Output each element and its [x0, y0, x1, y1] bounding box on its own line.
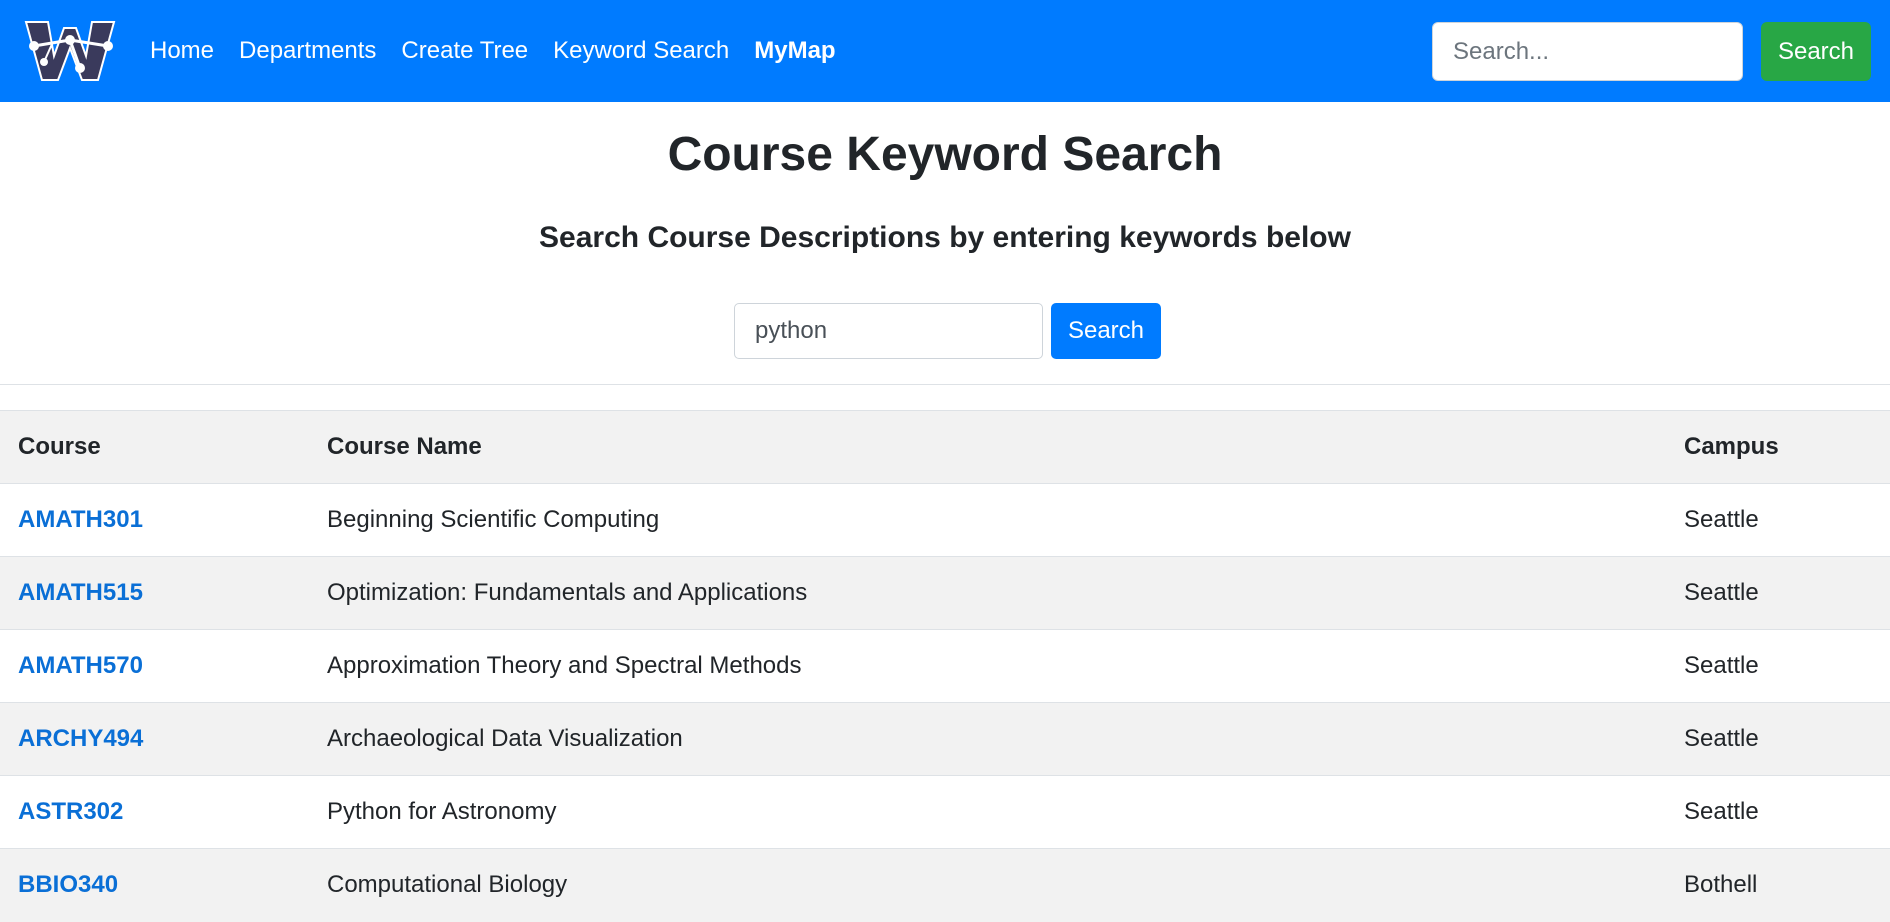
course-name-cell: Archaeological Data Visualization — [309, 702, 1666, 776]
top-navbar: Home Departments Create Tree Keyword Search… — [0, 0, 1890, 102]
campus-cell: Seattle — [1666, 775, 1890, 849]
table-row: ARCHY494 Archaeological Data Visualizatio… — [0, 702, 1890, 776]
course-name-cell: Optimization: Fundamentals and Applicati… — [309, 556, 1666, 630]
course-link[interactable]: ARCHY494 — [18, 725, 143, 752]
course-cell: BBIO340 — [0, 848, 309, 922]
results-table: Course Course Name Campus AMATH301 Beginn… — [0, 410, 1890, 922]
course-cell: AMATH301 — [0, 483, 309, 557]
table-header-row: Course Course Name Campus — [0, 410, 1890, 484]
course-cell: ARCHY494 — [0, 702, 309, 776]
course-name-cell: Approximation Theory and Spectral Method… — [309, 629, 1666, 703]
column-header-campus: Campus — [1666, 410, 1890, 484]
site-logo[interactable] — [24, 18, 116, 84]
campus-cell: Seattle — [1666, 483, 1890, 557]
course-cell: ASTR302 — [0, 775, 309, 849]
campus-cell: Seattle — [1666, 629, 1890, 703]
nav-links: Home Departments Create Tree Keyword Search… — [150, 0, 861, 102]
navbar-search-input[interactable] — [1432, 22, 1743, 81]
table-row: AMATH515 Optimization: Fundamentals and A… — [0, 556, 1890, 630]
course-name-cell: Computational Biology — [309, 848, 1666, 922]
table-header: Course Course Name Campus — [0, 410, 1890, 484]
nav-link-keyword-search[interactable]: Keyword Search — [553, 37, 729, 65]
page-subtitle: Search Course Descriptions by entering k… — [539, 221, 1351, 254]
campus-cell: Seattle — [1666, 556, 1890, 630]
column-header-course: Course — [0, 410, 309, 484]
section-divider — [0, 384, 1890, 385]
course-link[interactable]: AMATH515 — [18, 579, 143, 606]
nav-link-departments[interactable]: Departments — [239, 37, 376, 65]
table-row: ASTR302 Python for Astronomy Seattle — [0, 775, 1890, 849]
table-body: AMATH301 Beginning Scientific Computing Se… — [0, 483, 1890, 922]
table-row: AMATH301 Beginning Scientific Computing Se… — [0, 483, 1890, 557]
course-cell: AMATH515 — [0, 556, 309, 630]
uw-w-tree-logo-icon — [24, 21, 116, 81]
keyword-search-button[interactable]: Search — [1051, 303, 1161, 359]
keyword-search-input[interactable] — [734, 303, 1043, 359]
nav-link-mymap[interactable]: MyMap — [754, 37, 835, 65]
table-row: AMATH570 Approximation Theory and Spectra… — [0, 629, 1890, 703]
campus-cell: Seattle — [1666, 702, 1890, 776]
navbar-search-button[interactable]: Search — [1761, 22, 1871, 81]
page-title: Course Keyword Search — [667, 128, 1223, 181]
course-link[interactable]: ASTR302 — [18, 798, 123, 825]
nav-link-create-tree[interactable]: Create Tree — [401, 37, 528, 65]
column-header-course-name: Course Name — [309, 410, 1666, 484]
campus-cell: Bothell — [1666, 848, 1890, 922]
course-name-cell: Beginning Scientific Computing — [309, 483, 1666, 557]
nav-link-home[interactable]: Home — [150, 37, 214, 65]
course-link[interactable]: BBIO340 — [18, 871, 118, 898]
course-cell: AMATH570 — [0, 629, 309, 703]
course-link[interactable]: AMATH301 — [18, 506, 143, 533]
course-name-cell: Python for Astronomy — [309, 775, 1666, 849]
table-row: BBIO340 Computational Biology Bothell — [0, 848, 1890, 922]
course-link[interactable]: AMATH570 — [18, 652, 143, 679]
